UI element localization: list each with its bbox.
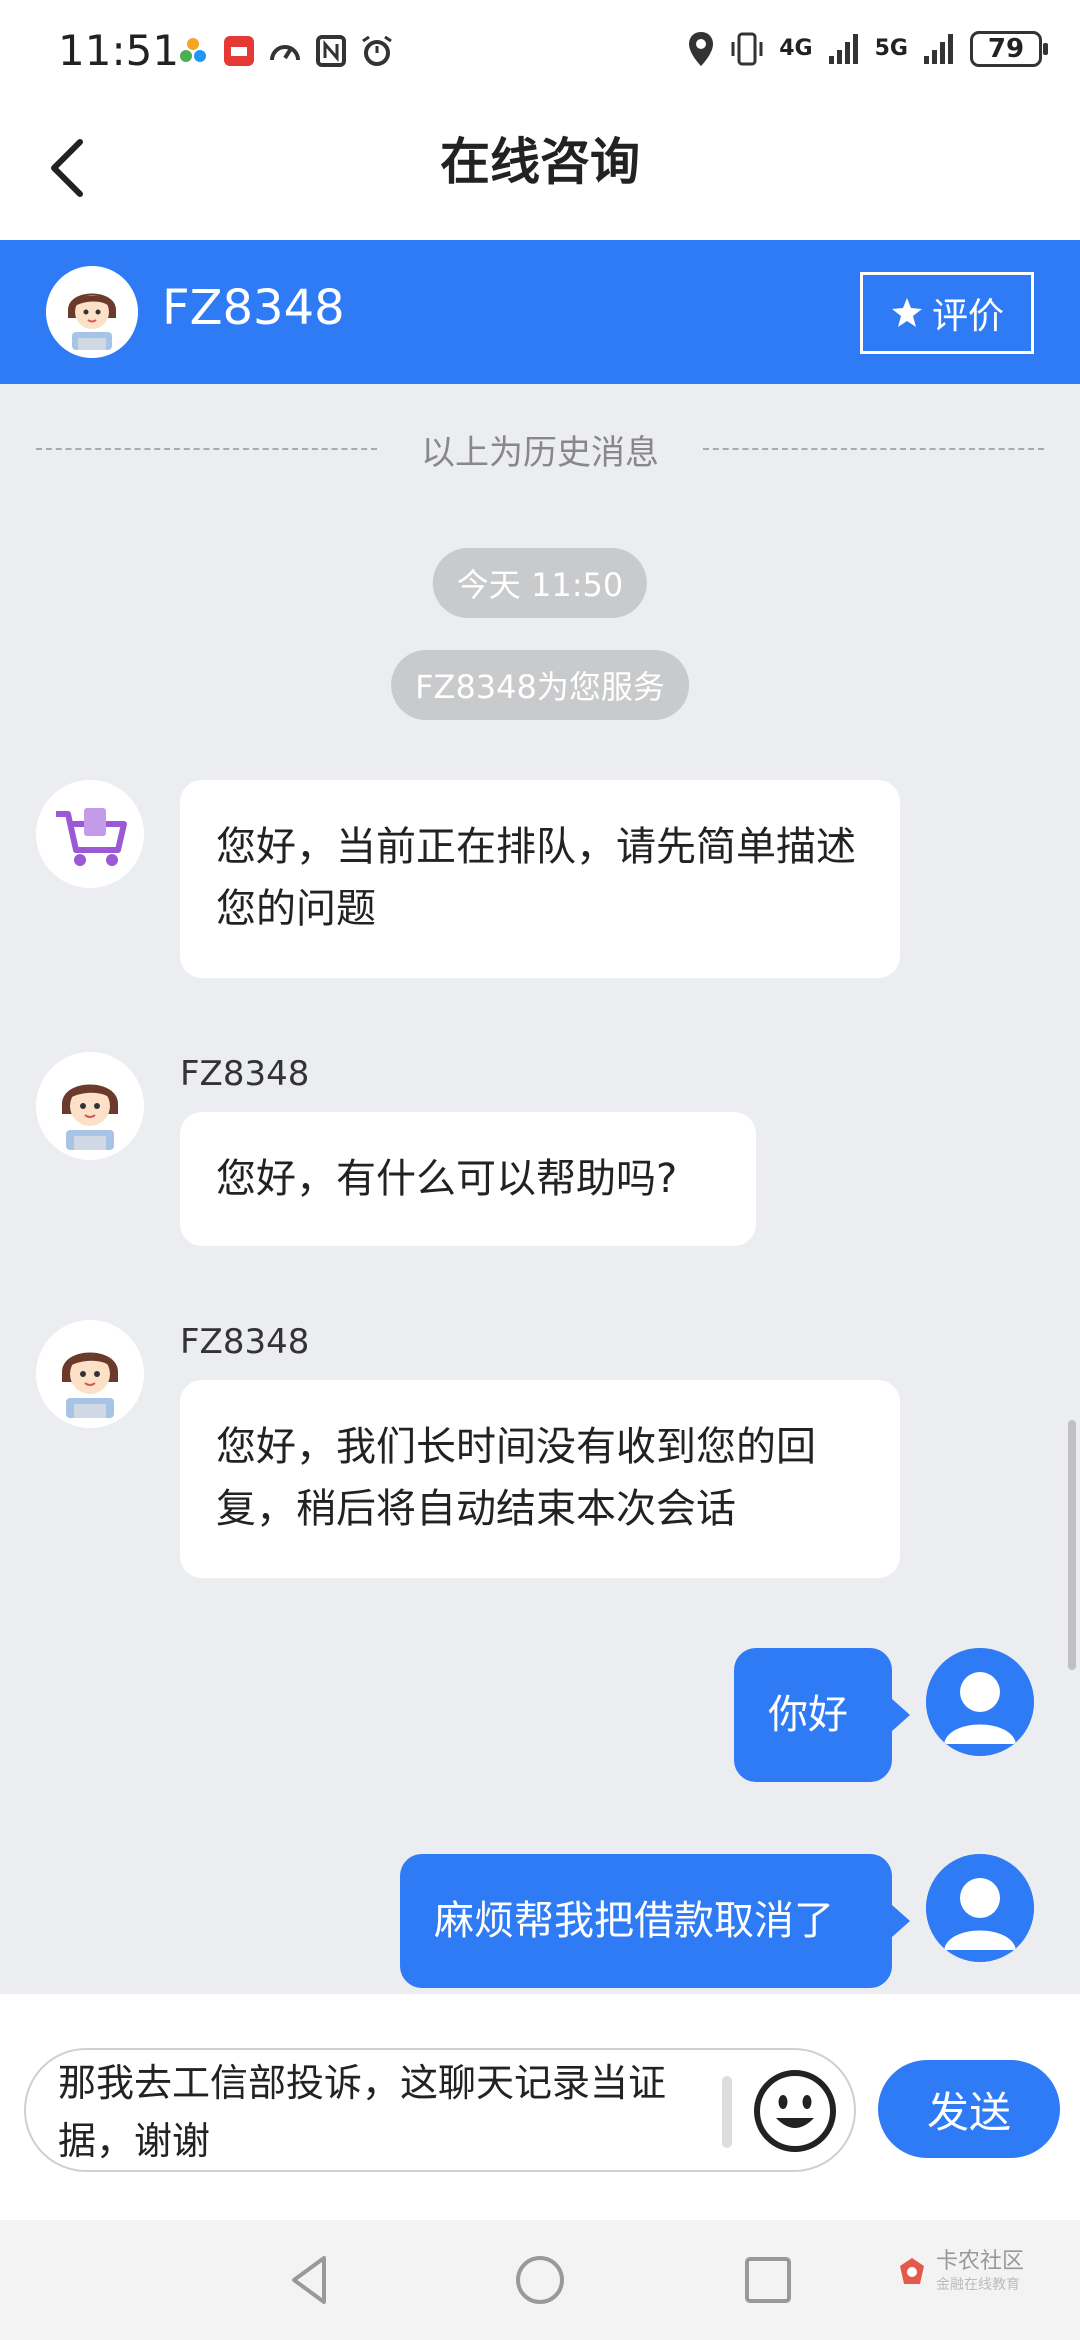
chat-message-agent: 您好，有什么可以帮助吗?: [180, 1112, 756, 1246]
signal-bars-icon: [828, 34, 858, 64]
nav-home-icon[interactable]: [510, 2250, 570, 2310]
agent-name: FZ8348: [162, 280, 345, 336]
composer-bar: 那我去工信部投诉，这聊天记录当证据，谢谢 发送: [0, 1994, 1080, 2220]
agent-girl-icon: [36, 1052, 144, 1160]
signal-5g-label: 5G: [874, 36, 908, 61]
system-nav-bar: 卡农社区 金融在线教育: [0, 2220, 1080, 2340]
nav-back-icon[interactable]: [280, 2250, 340, 2310]
title-bar: 在线咨询: [0, 100, 1080, 240]
agent-message-avatar: [36, 1320, 144, 1428]
agent-girl-icon: [36, 1320, 144, 1428]
watermark: 卡农社区 金融在线教育: [894, 2249, 1024, 2294]
status-time: 11:51: [58, 26, 180, 75]
cart-icon: [36, 780, 144, 888]
battery-icon: 79: [970, 31, 1048, 67]
bot-avatar: [36, 780, 144, 888]
send-button[interactable]: 发送: [878, 2060, 1060, 2158]
history-divider: 以上为历史消息: [36, 424, 1044, 474]
sender-name: FZ8348: [180, 1054, 310, 1094]
chat-area[interactable]: 以上为历史消息 今天 11:50 FZ8348为您服务 您好，当前正在排队，请先…: [0, 384, 1080, 1994]
agent-avatar: [46, 266, 138, 358]
divider-line: [703, 448, 1044, 450]
star-icon: [891, 298, 922, 327]
rate-button-label: 评价: [931, 296, 1004, 337]
message-input-text[interactable]: 那我去工信部投诉，这聊天记录当证据，谢谢: [58, 2054, 718, 2170]
person-icon: [926, 1854, 1034, 1962]
user-avatar: [926, 1648, 1034, 1756]
status-icons-right: 4G 5G 79: [687, 30, 1048, 68]
vibrate-icon: [731, 32, 763, 66]
watermark-sub: 金融在线教育: [935, 2277, 1020, 2294]
chat-message-agent: 您好，我们长时间没有收到您的回复，稍后将自动结束本次会话: [180, 1380, 900, 1578]
agent-message-avatar: [36, 1052, 144, 1160]
person-icon: [926, 1648, 1034, 1756]
user-avatar: [926, 1854, 1034, 1962]
alarm-icon: [362, 35, 392, 66]
chat-message-bot: 您好，当前正在排队，请先简单描述您的问题: [180, 780, 900, 978]
watermark-name: 卡农社区: [935, 2249, 1024, 2274]
status-bar: 11:51 4G 5G 79: [0, 0, 1080, 100]
service-badge: FZ8348为您服务: [391, 650, 689, 720]
agent-girl-icon: [46, 266, 138, 358]
watermark-logo-icon: [899, 2258, 924, 2285]
page-title: 在线咨询: [440, 133, 640, 191]
huawei-icon: [224, 36, 254, 66]
app-color-icon: [180, 38, 206, 62]
divider-line: [36, 448, 377, 450]
signal-bars-icon: [924, 34, 953, 64]
sender-name: FZ8348: [180, 1322, 310, 1362]
message-input[interactable]: 那我去工信部投诉，这聊天记录当证据，谢谢: [24, 2048, 856, 2172]
chat-scrollbar[interactable]: [1068, 1420, 1076, 1670]
nfc-icon: [316, 35, 346, 67]
emoji-icon[interactable]: [750, 2066, 840, 2156]
input-scroll-indicator: [722, 2076, 732, 2148]
agent-header: FZ8348 评价: [0, 240, 1080, 384]
history-label: 以上为历史消息: [421, 432, 659, 473]
nav-recents-icon[interactable]: [738, 2250, 798, 2310]
time-badge: 今天 11:50: [432, 548, 648, 618]
chat-message-user: 你好: [734, 1648, 910, 1782]
speed-icon: [270, 45, 300, 61]
location-icon: [689, 32, 714, 66]
status-icons-left: [176, 34, 394, 68]
chat-message-user: 麻烦帮我把借款取消了: [400, 1854, 910, 1988]
signal-4g-label: 4G: [779, 36, 813, 61]
rate-button[interactable]: 评价: [860, 272, 1034, 354]
